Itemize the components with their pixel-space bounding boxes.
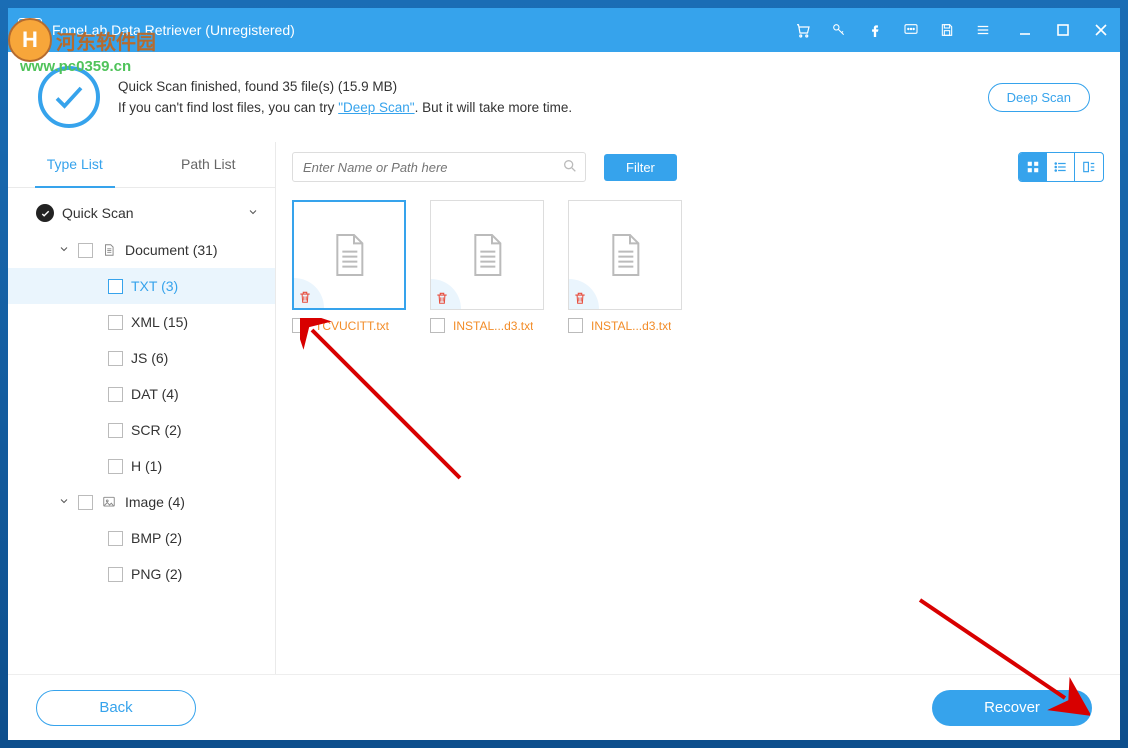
content-toolbar: Filter (276, 142, 1120, 192)
search-icon[interactable] (562, 158, 578, 179)
search-input[interactable] (292, 152, 586, 182)
deleted-badge (431, 279, 461, 309)
status-summary: Quick Scan finished, found 35 file(s) (1… (118, 79, 970, 94)
tree-label: H (1) (131, 458, 162, 474)
tree-item-bmp[interactable]: BMP (2) (8, 520, 275, 556)
tree-label: Image (4) (125, 494, 185, 510)
facebook-icon[interactable] (866, 21, 884, 39)
checkbox[interactable] (78, 243, 93, 258)
tree-label: PNG (2) (131, 566, 182, 582)
checkbox[interactable] (108, 315, 123, 330)
txt-file-icon (605, 231, 645, 279)
chevron-down-icon[interactable] (58, 242, 70, 258)
file-thumbnail[interactable] (568, 200, 682, 310)
tree-root-quick-scan[interactable]: Quick Scan (8, 194, 275, 232)
file-card[interactable]: INSTAL...d3.txt (420, 200, 554, 333)
file-type-tree: Quick Scan Document (31) TXT (3) (8, 188, 275, 674)
deep-scan-button[interactable]: Deep Scan (988, 83, 1090, 112)
tree-group-document[interactable]: Document (31) (8, 232, 275, 268)
file-thumbnail[interactable] (292, 200, 406, 310)
maximize-button[interactable] (1054, 21, 1072, 39)
tree-item-txt[interactable]: TXT (3) (8, 268, 275, 304)
file-card[interactable]: TCVUCITT.txt (282, 200, 416, 333)
checkbox[interactable] (108, 567, 123, 582)
checkbox[interactable] (108, 387, 123, 402)
tree-group-image[interactable]: Image (4) (8, 484, 275, 520)
search-box (292, 152, 586, 182)
tree-label: TXT (3) (131, 278, 178, 294)
status-check-icon (38, 66, 100, 128)
checkbox[interactable] (78, 495, 93, 510)
recover-button[interactable]: Recover (932, 690, 1092, 726)
file-checkbox[interactable] (568, 318, 583, 333)
back-button[interactable]: Back (36, 690, 196, 726)
tree-label: XML (15) (131, 314, 188, 330)
image-icon (101, 494, 117, 510)
tree-label: Document (31) (125, 242, 218, 258)
tree-item-js[interactable]: JS (6) (8, 340, 275, 376)
tree-label: SCR (2) (131, 422, 182, 438)
tree-item-scr[interactable]: SCR (2) (8, 412, 275, 448)
file-checkbox[interactable] (292, 318, 307, 333)
checkbox[interactable] (108, 351, 123, 366)
tree-item-xml[interactable]: XML (15) (8, 304, 275, 340)
view-grid-button[interactable] (1019, 153, 1047, 181)
tree-item-png[interactable]: PNG (2) (8, 556, 275, 592)
tab-type-list[interactable]: Type List (8, 142, 142, 187)
view-toggle (1018, 152, 1104, 182)
file-thumbnail[interactable] (430, 200, 544, 310)
trash-icon (573, 290, 587, 306)
deleted-badge (294, 278, 324, 308)
cart-icon[interactable] (794, 21, 812, 39)
file-name: INSTAL...d3.txt (453, 319, 533, 333)
app-icon (18, 18, 42, 42)
tree-label: JS (6) (131, 350, 168, 366)
file-grid: TCVUCITT.txt INSTAL...d3.txt (276, 192, 1120, 674)
tab-path-list[interactable]: Path List (142, 142, 276, 187)
key-icon[interactable] (830, 21, 848, 39)
chevron-down-icon[interactable] (58, 494, 70, 510)
save-icon[interactable] (938, 21, 956, 39)
trash-icon (435, 290, 449, 306)
app-window: FoneLab Data Retriever (Unregistered) Qu… (8, 8, 1120, 740)
checkbox[interactable] (108, 531, 123, 546)
content-area: Filter TCVUCITT.txt (276, 142, 1120, 674)
tree-label: BMP (2) (131, 530, 182, 546)
feedback-icon[interactable] (902, 21, 920, 39)
checkbox[interactable] (108, 279, 123, 294)
txt-file-icon (329, 231, 369, 279)
txt-file-icon (467, 231, 507, 279)
chevron-down-icon[interactable] (247, 205, 259, 221)
tree-root-label: Quick Scan (62, 205, 134, 221)
deep-scan-link[interactable]: "Deep Scan" (338, 100, 414, 115)
footer: Back Recover (8, 674, 1120, 740)
deleted-badge (569, 279, 599, 309)
filter-button[interactable]: Filter (604, 154, 677, 181)
tree-item-dat[interactable]: DAT (4) (8, 376, 275, 412)
view-detail-button[interactable] (1075, 153, 1103, 181)
view-list-button[interactable] (1047, 153, 1075, 181)
document-icon (101, 242, 117, 258)
checkmark-icon (36, 204, 54, 222)
checkbox[interactable] (108, 423, 123, 438)
checkbox[interactable] (108, 459, 123, 474)
sidebar: Type List Path List Quick Scan Document … (8, 142, 276, 674)
menu-icon[interactable] (974, 21, 992, 39)
app-title: FoneLab Data Retriever (Unregistered) (52, 22, 295, 38)
tree-label: DAT (4) (131, 386, 179, 402)
tree-item-h[interactable]: H (1) (8, 448, 275, 484)
trash-icon (298, 289, 312, 305)
file-checkbox[interactable] (430, 318, 445, 333)
status-hint: If you can't find lost files, you can tr… (118, 100, 970, 115)
file-card[interactable]: INSTAL...d3.txt (558, 200, 692, 333)
file-name: TCVUCITT.txt (315, 319, 389, 333)
file-name: INSTAL...d3.txt (591, 319, 671, 333)
titlebar: FoneLab Data Retriever (Unregistered) (8, 8, 1120, 52)
minimize-button[interactable] (1016, 21, 1034, 39)
close-button[interactable] (1092, 21, 1110, 39)
status-bar: Quick Scan finished, found 35 file(s) (1… (8, 52, 1120, 142)
